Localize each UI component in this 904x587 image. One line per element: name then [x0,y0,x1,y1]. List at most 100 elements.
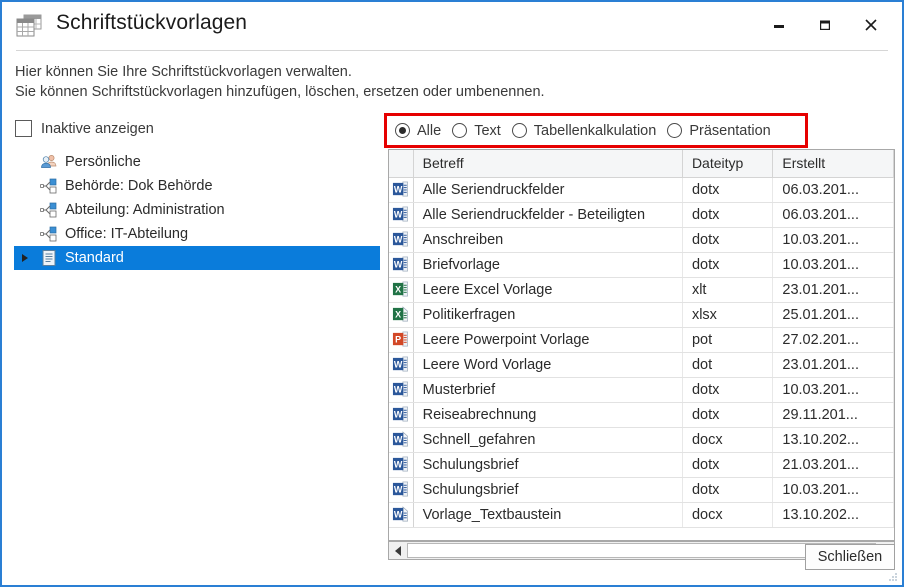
cell-erstellt: 10.03.201... [772,227,894,253]
svg-text:W: W [394,509,403,519]
powerpoint-template-icon: P [393,331,409,347]
row-filetype-icon-cell: W [389,402,414,428]
word-document-icon: W [393,506,409,522]
column-header-erstellt[interactable]: Erstellt [772,150,894,178]
cell-betreff: Politikerfragen [413,302,683,328]
cell-erstellt: 27.02.201... [772,327,894,353]
cell-dateityp: pot [682,327,774,353]
radio-text-icon[interactable] [452,123,468,138]
column-header-dateityp[interactable]: Dateityp [682,150,774,178]
table-row[interactable]: W Schulungsbrief dotx 21.03.201... [389,452,894,478]
table-row[interactable]: W Vorlage_Textbaustein docx 13.10.202... [389,502,894,528]
cell-betreff: Vorlage_Textbaustein [413,502,683,528]
show-inactive-checkbox[interactable] [15,120,32,137]
cell-betreff: Briefvorlage [413,252,683,278]
svg-text:W: W [394,459,403,469]
show-inactive-label: Inaktive anzeigen [41,120,154,137]
table-templates-icon [16,14,42,38]
row-filetype-icon-cell: W [389,202,414,228]
tree-item-behoerde[interactable]: Behörde: Dok Behörde [14,174,380,198]
cell-betreff: Musterbrief [413,377,683,403]
table-row[interactable]: W Anschreiben dotx 10.03.201... [389,227,894,253]
cell-dateityp: dotx [682,452,774,478]
radio-option-tabellenkalkulation[interactable]: Tabellenkalkulation [511,122,657,139]
row-filetype-icon-cell: P [389,327,414,353]
tree-item-persoenliche[interactable]: Persönliche [14,150,380,174]
template-folder-tree[interactable]: Persönliche Behörde: Dok Behörde Abteilu… [14,150,380,540]
table-row[interactable]: P Leere Powerpoint Vorlage pot 27.02.201... [389,327,894,353]
maximize-button[interactable] [802,2,848,48]
cell-erstellt: 13.10.202... [772,427,894,453]
cell-betreff: Alle Seriendruckfelder - Beteiligten [413,202,683,228]
cell-erstellt: 10.03.201... [772,377,894,403]
cell-betreff: Alle Seriendruckfelder [413,177,683,203]
row-filetype-icon-cell: W [389,352,414,378]
word-template-icon: W [393,231,409,247]
tree-item-label: Persönliche [65,154,141,170]
tree-item-office[interactable]: Office: IT-Abteilung [14,222,380,246]
table-row[interactable]: W Leere Word Vorlage dot 23.01.201... [389,352,894,378]
cell-dateityp: docx [682,427,774,453]
table-body: W Alle Seriendruckfelder dotx 06.03.201... W… [389,177,894,528]
radio-tabellenkalkulation-icon[interactable] [511,123,527,138]
table-row[interactable]: W Alle Seriendruckfelder dotx 06.03.201... [389,177,894,203]
cell-betreff: Schnell_gefahren [413,427,683,453]
description-line-1: Hier können Sie Ihre Schriftstückvorlage… [15,64,352,80]
tree-item-abteilung[interactable]: Abteilung: Administration [14,198,380,222]
row-filetype-icon-cell: W [389,427,414,453]
row-filetype-icon-cell: W [389,452,414,478]
cell-betreff: Anschreiben [413,227,683,253]
cell-dateityp: dotx [682,377,774,403]
persons-icon [40,153,58,171]
radio-tabellenkalkulation-label: Tabellenkalkulation [533,122,657,139]
close-dialog-button[interactable]: Schließen [805,544,895,570]
table-row[interactable]: X Leere Excel Vorlage xlt 23.01.201... [389,277,894,303]
column-header-icon[interactable] [389,150,414,178]
resize-grip-icon[interactable] [888,572,898,582]
table-row[interactable]: W Reiseabrechnung dotx 29.11.201... [389,402,894,428]
show-inactive-checkbox-row[interactable]: Inaktive anzeigen [15,120,154,137]
radio-option-alle[interactable]: Alle [395,123,441,139]
svg-text:W: W [394,359,403,369]
minimize-button[interactable] [756,2,802,48]
radio-option-praesentation[interactable]: Präsentation [667,123,771,139]
org-node-icon [40,225,58,243]
row-filetype-icon-cell: X [389,277,414,303]
word-template-icon: W [393,381,409,397]
cell-dateityp: dotx [682,477,774,503]
radio-alle-icon[interactable] [395,123,410,138]
close-window-button[interactable] [848,2,894,48]
row-filetype-icon-cell: X [389,302,414,328]
column-header-betreff[interactable]: Betreff [413,150,683,178]
cell-betreff: Schulungsbrief [413,452,683,478]
row-filetype-icon-cell: W [389,227,414,253]
word-document-icon: W [393,431,409,447]
cell-dateityp: dotx [682,202,774,228]
table-row[interactable]: W Schnell_gefahren docx 13.10.202... [389,427,894,453]
cell-dateityp: dotx [682,402,774,428]
cell-erstellt: 21.03.201... [772,452,894,478]
table-row[interactable]: W Alle Seriendruckfelder - Beteiligten dot… [389,202,894,228]
expand-arrow-icon[interactable] [22,254,28,262]
window-title: Schriftstückvorlagen [56,11,248,34]
table-row[interactable]: X Politikerfragen xlsx 25.01.201... [389,302,894,328]
cell-dateityp: dotx [682,227,774,253]
svg-text:W: W [394,234,403,244]
svg-text:W: W [394,409,403,419]
table-row[interactable]: W Musterbrief dotx 10.03.201... [389,377,894,403]
radio-text-label: Text [474,122,501,139]
templates-table-container[interactable]: Betreff Dateityp Erstellt W Alle Seriendr… [388,149,895,541]
scroll-left-button[interactable] [389,542,406,559]
cell-betreff: Leere Word Vorlage [413,352,683,378]
radio-praesentation-icon[interactable] [667,123,683,138]
radio-option-text[interactable]: Text [452,123,501,139]
svg-text:X: X [395,284,401,294]
table-row[interactable]: W Briefvorlage dotx 10.03.201... [389,252,894,278]
tree-item-standard[interactable]: Standard [14,246,380,270]
tree-item-label: Behörde: Dok Behörde [65,178,213,194]
row-filetype-icon-cell: W [389,377,414,403]
table-row[interactable]: W Schulungsbrief dotx 10.03.201... [389,477,894,503]
svg-text:W: W [394,434,403,444]
word-template-icon: W [393,181,409,197]
description-line-2: Sie können Schriftstückvorlagen hinzufüg… [15,84,545,100]
